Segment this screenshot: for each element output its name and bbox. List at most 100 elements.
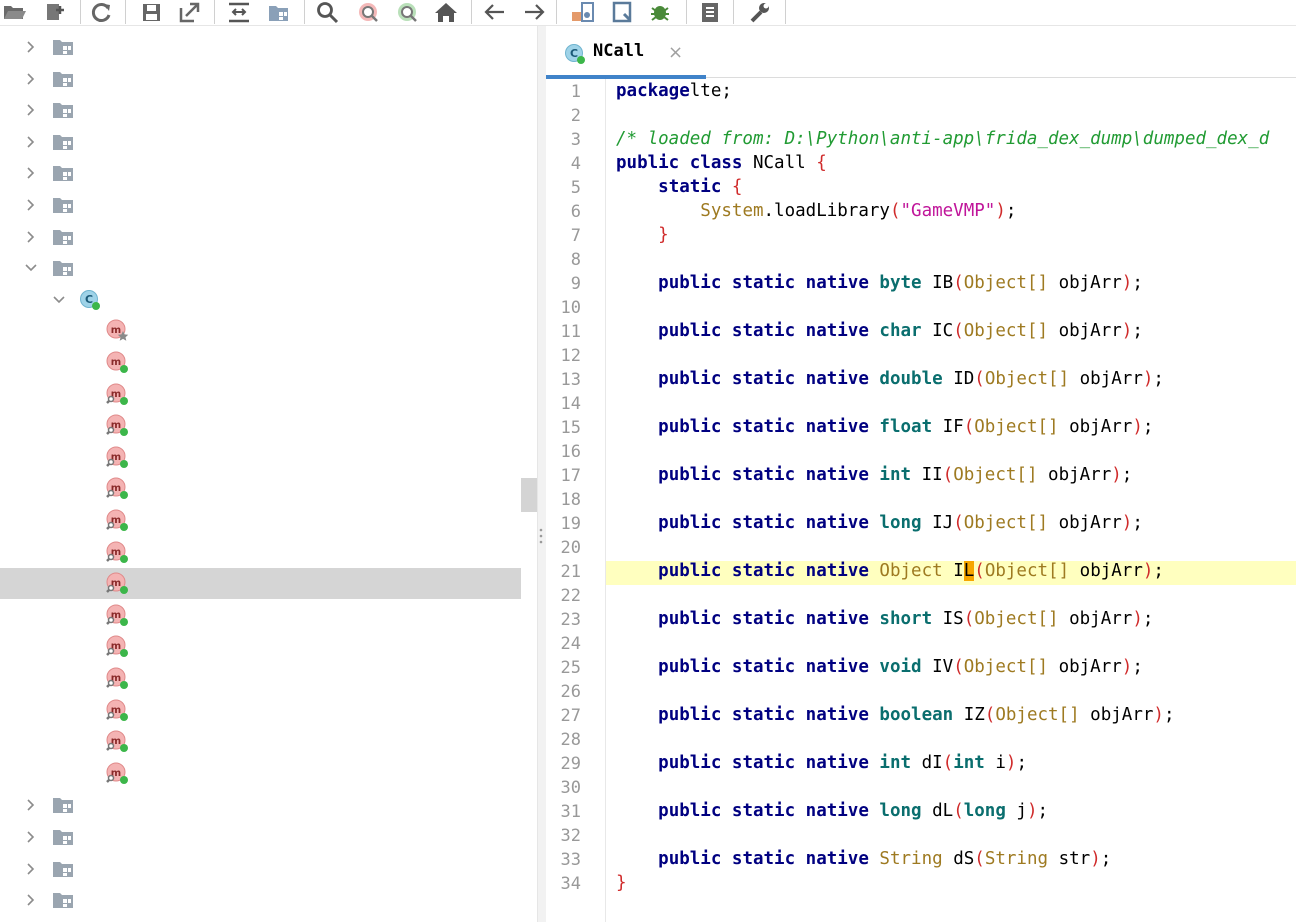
tree-item-dl-long[interactable]: m bbox=[0, 726, 521, 757]
package-icon bbox=[53, 198, 73, 213]
chevron-right-icon[interactable] bbox=[24, 230, 38, 244]
decompile-button[interactable] bbox=[569, 0, 595, 24]
project-tree[interactable]: Cmmmmmmmmmmmmmmm bbox=[0, 26, 521, 922]
code-token: ; bbox=[1153, 561, 1164, 581]
export-arrow-button[interactable] bbox=[176, 0, 202, 24]
code-editor[interactable]: packagelte; /* loaded from: D:\Python\ant… bbox=[606, 79, 1296, 922]
code-token: objArr bbox=[1069, 609, 1133, 629]
find-usage-button[interactable] bbox=[394, 0, 420, 24]
code-token: IS bbox=[942, 609, 964, 629]
tree-item-iz-object[interactable]: m bbox=[0, 663, 521, 694]
chevron-down-icon[interactable] bbox=[52, 293, 66, 307]
home-button[interactable] bbox=[432, 0, 458, 24]
line-number: 8 bbox=[570, 250, 581, 270]
chevron-right-icon[interactable] bbox=[24, 830, 38, 844]
chevron-right-icon[interactable] bbox=[24, 893, 38, 907]
code-token: { bbox=[816, 153, 827, 173]
chevron-right-icon[interactable] bbox=[24, 135, 38, 149]
code-token: ) bbox=[1005, 753, 1017, 773]
tree-item-lr0[interactable] bbox=[0, 126, 521, 157]
code-token: objArr bbox=[1058, 273, 1122, 293]
tab-ncall[interactable]: C NCall × bbox=[546, 26, 706, 79]
search-button[interactable] bbox=[314, 0, 340, 24]
tree-item-ic-object[interactable]: m bbox=[0, 410, 521, 441]
code-token: ) bbox=[1111, 465, 1122, 485]
chevron-right-icon[interactable] bbox=[24, 103, 38, 117]
wrench-button[interactable] bbox=[747, 0, 773, 24]
tree-item-ij-object[interactable]: m bbox=[0, 537, 521, 568]
sync-button[interactable] bbox=[88, 0, 114, 24]
chevron-right-icon[interactable] bbox=[24, 798, 38, 812]
tree-item-lv0[interactable] bbox=[0, 884, 521, 915]
code-token: public static native bbox=[658, 705, 880, 725]
code-token: I bbox=[953, 561, 964, 581]
svg-text:C: C bbox=[85, 293, 93, 306]
native-method-icon: m bbox=[106, 446, 128, 468]
export-button[interactable] bbox=[41, 0, 67, 24]
tree-item-ncall[interactable]: C bbox=[0, 284, 521, 315]
code-token: ; bbox=[1037, 801, 1049, 821]
toolbar-separator bbox=[125, 0, 126, 24]
code-line: public static native int dI(int i); bbox=[616, 753, 1027, 773]
tree-item-ncall[interactable]: m bbox=[0, 347, 521, 378]
tree-item-ib-object[interactable]: m bbox=[0, 379, 521, 410]
package-icon bbox=[53, 861, 73, 877]
tree-item-if-object[interactable]: m bbox=[0, 473, 521, 504]
chevron-right-icon[interactable] bbox=[24, 72, 38, 86]
tree-item-lv[interactable] bbox=[0, 853, 521, 884]
tree-item-ii-object[interactable]: m bbox=[0, 505, 521, 536]
tree-item-lu0[interactable] bbox=[0, 821, 521, 852]
code-token: int bbox=[879, 465, 922, 485]
back-arrow-button[interactable] bbox=[481, 0, 507, 24]
tree-scrollbar[interactable] bbox=[521, 478, 537, 512]
tree-item-lp0[interactable] bbox=[0, 63, 521, 94]
tab-close-icon[interactable]: × bbox=[668, 42, 683, 63]
tree-item-id-object[interactable]: m bbox=[0, 442, 521, 473]
chevron-right-icon[interactable] bbox=[24, 198, 38, 212]
tree-item-lq0[interactable] bbox=[0, 94, 521, 125]
package-icon bbox=[53, 229, 73, 245]
tree-item-iv-object[interactable]: m bbox=[0, 631, 521, 662]
tree-item-lte[interactable] bbox=[0, 252, 521, 283]
chevron-right-icon[interactable] bbox=[24, 166, 38, 180]
bug-button[interactable] bbox=[647, 0, 673, 24]
line-number: 16 bbox=[560, 442, 581, 462]
tree-item-di-int[interactable]: m bbox=[0, 695, 521, 726]
tree-item-ds-string[interactable]: m bbox=[0, 758, 521, 789]
code-line: public static native float IF(Object[] o… bbox=[616, 417, 1153, 437]
line-number: 20 bbox=[560, 538, 581, 558]
chevron-right-icon[interactable] bbox=[24, 40, 38, 54]
code-token: Object[] bbox=[984, 369, 1080, 389]
tree-item-is-object[interactable]: m bbox=[0, 600, 521, 631]
forward-arrow-button[interactable] bbox=[521, 0, 547, 24]
tree-item-lo0[interactable] bbox=[0, 31, 521, 62]
code-token: public static native bbox=[658, 753, 880, 773]
log-button[interactable] bbox=[609, 0, 635, 24]
line-number: 24 bbox=[560, 634, 581, 654]
chevron-down-icon[interactable] bbox=[24, 261, 38, 275]
package-button[interactable] bbox=[265, 0, 291, 24]
list-button[interactable] bbox=[697, 0, 723, 24]
tree-item-ls0[interactable] bbox=[0, 157, 521, 188]
code-token: ( bbox=[953, 801, 964, 821]
tree-item-lu[interactable] bbox=[0, 789, 521, 820]
export-arrow-icon bbox=[179, 2, 200, 23]
open-file-button[interactable] bbox=[1, 0, 27, 24]
package-icon bbox=[53, 103, 73, 119]
save-button[interactable] bbox=[138, 0, 164, 24]
find-class-button[interactable] bbox=[355, 0, 381, 24]
editor-tab-bar: C NCall × bbox=[546, 26, 1296, 79]
chevron-right-icon[interactable] bbox=[24, 862, 38, 876]
align-button[interactable] bbox=[225, 0, 251, 24]
panel-splitter[interactable] bbox=[537, 26, 546, 922]
tree-item-lt[interactable] bbox=[0, 189, 521, 220]
line-number: 9 bbox=[570, 274, 581, 294]
code-token: dI bbox=[921, 753, 943, 773]
native-method-icon: m bbox=[106, 509, 128, 531]
code-token: ( bbox=[953, 273, 964, 293]
tree-item-il-object[interactable]: m bbox=[0, 568, 521, 600]
tree-item-[interactable]: m bbox=[0, 315, 521, 346]
static-init-icon: m bbox=[106, 319, 129, 342]
tree-item-lt0[interactable] bbox=[0, 221, 521, 252]
